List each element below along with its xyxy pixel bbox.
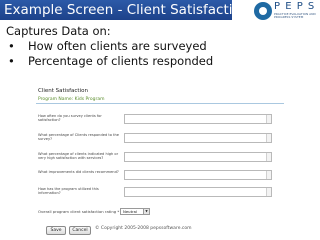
survey-frequency-field[interactable] <box>124 114 272 124</box>
logo-text: P E P S <box>274 1 316 12</box>
response-percentage-field[interactable] <box>124 133 272 143</box>
overall-rating-value: Neutral <box>123 209 138 214</box>
program-name: Program Name: Kids Program <box>38 97 105 102</box>
bullet-text: Percentage of clients responded <box>28 54 214 68</box>
bullet-icon: • <box>8 54 15 68</box>
bullet-icon: • <box>8 39 15 53</box>
scrollbar[interactable] <box>266 171 271 179</box>
client-satisfaction-form: Client Satisfaction Program Name: Kids P… <box>36 86 286 235</box>
question-row: How often do you survey clients for sati… <box>36 114 284 128</box>
scrollbar[interactable] <box>266 115 271 123</box>
improvements-field[interactable] <box>124 170 272 180</box>
overall-rating-select[interactable]: Neutral ▼ <box>120 208 150 215</box>
question-row: What percentage of Clients responded to … <box>36 133 284 147</box>
question-row: How has the program utilized this inform… <box>36 187 284 201</box>
bullet-text: How often clients are surveyed <box>28 39 207 53</box>
peps-logo-icon <box>254 2 272 20</box>
slide-title: Example Screen - Client Satisfaction <box>0 0 232 20</box>
question-label: What improvements did clients recommend? <box>38 170 119 174</box>
scrollbar[interactable] <box>266 134 271 142</box>
overall-rating-label: Overall program client satisfaction rati… <box>38 209 120 214</box>
save-button[interactable]: Save <box>46 226 66 235</box>
question-label: How has the program utilized this inform… <box>38 187 99 196</box>
overall-rating-row: Overall program client satisfaction rati… <box>38 208 286 216</box>
utilization-field[interactable] <box>124 187 272 197</box>
question-label: What percentage of Clients responded to … <box>38 133 120 142</box>
peps-logo: P E P S PRACTICE EVALUATION AND PROGRESS… <box>254 1 318 24</box>
intro-text: Captures Data on: <box>6 24 111 38</box>
high-satisfaction-field[interactable] <box>124 152 272 162</box>
cancel-button[interactable]: Cancel <box>69 226 91 235</box>
form-divider <box>36 103 284 104</box>
form-title: Client Satisfaction <box>38 88 88 94</box>
question-label: What percentage of clients indicated hig… <box>38 152 119 161</box>
scrollbar[interactable] <box>266 153 271 161</box>
question-row: What improvements did clients recommend? <box>36 170 284 184</box>
chevron-down-icon[interactable]: ▼ <box>143 209 149 214</box>
scrollbar[interactable] <box>266 188 271 196</box>
question-row: What percentage of clients indicated hig… <box>36 152 284 166</box>
question-label: How often do you survey clients for sati… <box>38 114 102 123</box>
copyright-text: © Copyright 2005-2008 pepssoftware.com <box>95 226 192 231</box>
logo-tagline: PRACTICE EVALUATION AND PROGRESS SYSTEM <box>274 12 316 20</box>
